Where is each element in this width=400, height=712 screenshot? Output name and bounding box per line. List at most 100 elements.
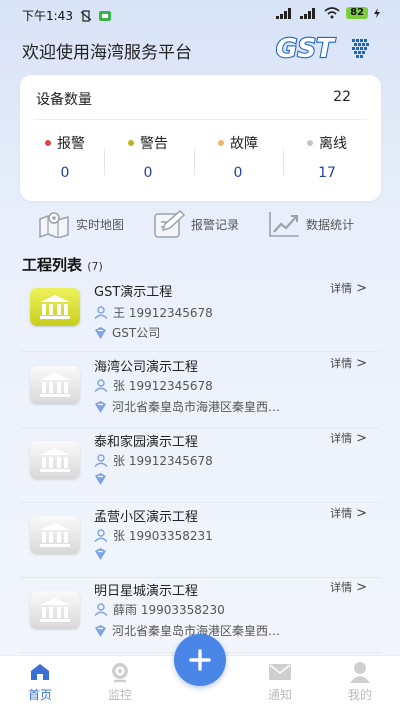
status-time: 下午1:43	[22, 9, 73, 23]
project-count: (7)	[87, 260, 103, 273]
stat-label: 报警	[57, 136, 85, 152]
warning-dot-icon	[128, 140, 134, 146]
add-project-button[interactable]	[174, 634, 226, 686]
chevron-right-icon: >	[356, 505, 367, 521]
project-name: GST演示工程	[94, 285, 173, 300]
tab-label: 监控	[107, 688, 132, 702]
stat-value: 0	[143, 165, 153, 181]
vibrate-icon	[80, 9, 92, 22]
detail-link[interactable]: 详情 >	[330, 579, 367, 595]
device-count-value: 22	[333, 89, 351, 105]
building-icon	[30, 288, 80, 326]
stat-offline[interactable]: 离线 17	[282, 133, 372, 181]
data-statistics-button[interactable]: 数据统计	[268, 210, 354, 238]
home-icon	[31, 664, 49, 680]
project-name: 明日星城演示工程	[94, 584, 199, 599]
location-icon	[95, 473, 106, 485]
building-icon	[30, 516, 80, 554]
chart-icon	[269, 212, 299, 237]
chevron-right-icon: >	[356, 280, 367, 296]
stat-alarm[interactable]: 报警 0	[20, 133, 110, 181]
svg-text:GST: GST	[276, 34, 336, 63]
project-row[interactable]: 泰和家园演示工程 详情 > 张 19912345678	[20, 427, 381, 503]
building-icon	[30, 366, 80, 404]
mail-icon	[269, 664, 291, 680]
stat-label: 警告	[140, 136, 168, 152]
project-row[interactable]: 孟营小区演示工程 详情 > 张 19903358231	[20, 502, 381, 578]
tab-monitor[interactable]: 监控	[90, 660, 150, 703]
tab-home[interactable]: 首页	[10, 660, 70, 703]
signal-icon	[276, 7, 292, 19]
charging-icon	[374, 8, 380, 18]
project-name: 泰和家园演示工程	[94, 435, 199, 450]
project-contact: 薛雨 19903358230	[94, 601, 225, 618]
contact-text: 张 19912345678	[113, 379, 213, 393]
person-icon	[94, 379, 108, 392]
plus-icon	[189, 649, 211, 671]
tab-label: 首页	[27, 688, 52, 702]
gst-logo-icon: GST	[275, 33, 369, 65]
edit-icon	[154, 210, 185, 238]
stat-value: 0	[60, 165, 70, 181]
detail-link[interactable]: 详情 >	[330, 505, 367, 521]
section-title-text: 工程列表	[22, 256, 83, 274]
alarm-dot-icon	[45, 140, 51, 146]
contact-text: 薛雨 19903358230	[113, 603, 225, 617]
stat-fault[interactable]: 故障 0	[193, 133, 283, 181]
detail-label: 详情	[330, 507, 353, 520]
person-icon	[94, 603, 108, 616]
project-row[interactable]: 海湾公司演示工程 详情 > 张 19912345678 河北省秦皇岛市海港区秦皇西…	[20, 352, 381, 428]
stat-warning[interactable]: 警告 0	[103, 133, 193, 181]
quick-label: 实时地图	[76, 217, 125, 232]
chevron-right-icon: >	[356, 430, 367, 446]
tab-label: 我的	[347, 688, 372, 702]
project-location: GST公司	[94, 324, 160, 341]
detail-label: 详情	[330, 357, 353, 370]
quick-actions: 实时地图 报警记录 数据统计	[0, 210, 400, 244]
wechat-icon	[98, 10, 111, 21]
location-text: 河北省秦皇岛市海港区秦皇西…	[112, 400, 281, 414]
project-row[interactable]: GST演示工程 详情 > 王 19912345678 GST公司	[20, 276, 381, 352]
stat-value: 17	[318, 165, 336, 181]
detail-label: 详情	[330, 282, 353, 295]
location-icon	[95, 400, 106, 413]
detail-link[interactable]: 详情 >	[330, 430, 367, 446]
stat-label: 离线	[319, 136, 347, 152]
contact-text: 张 19912345678	[113, 454, 213, 468]
battery-level: 82	[346, 7, 368, 19]
detail-label: 详情	[330, 581, 353, 594]
detail-link[interactable]: 详情 >	[330, 355, 367, 371]
detail-link[interactable]: 详情 >	[330, 280, 367, 296]
person-icon	[94, 529, 108, 542]
chevron-right-icon: >	[356, 355, 367, 371]
contact-text: 王 19912345678	[113, 306, 213, 320]
detail-label: 详情	[330, 432, 353, 445]
project-contact: 王 19912345678	[94, 304, 213, 321]
tab-profile[interactable]: 我的	[330, 660, 390, 703]
map-icon	[39, 212, 69, 238]
fault-dot-icon	[218, 140, 224, 146]
brand-logo: GST	[275, 33, 380, 65]
device-count-label: 设备数量	[36, 92, 92, 108]
tab-label: 通知	[267, 688, 292, 702]
quick-label: 报警记录	[191, 217, 240, 232]
monitor-icon	[112, 663, 128, 683]
tab-notifications[interactable]: 通知	[250, 660, 310, 703]
building-icon	[30, 591, 80, 629]
location-icon	[95, 326, 106, 339]
project-location	[94, 473, 112, 485]
realtime-map-button[interactable]: 实时地图	[38, 210, 124, 238]
page-title: 欢迎使用海湾服务平台	[22, 43, 192, 63]
card-divider	[34, 119, 367, 120]
user-icon	[350, 662, 370, 683]
person-icon	[94, 306, 108, 319]
project-location: 河北省秦皇岛市海港区秦皇西…	[94, 398, 280, 415]
project-contact: 张 19903358231	[94, 527, 213, 544]
contact-text: 张 19903358231	[113, 529, 213, 543]
project-name: 孟营小区演示工程	[94, 510, 199, 525]
location-icon	[95, 624, 106, 637]
status-left: 下午1:43	[22, 7, 111, 24]
quick-label: 数据统计	[306, 217, 355, 232]
alarm-records-button[interactable]: 报警记录	[153, 210, 239, 238]
device-summary-card: 设备数量 22 报警 0 警告 0 故障 0 离线 17	[20, 75, 381, 201]
